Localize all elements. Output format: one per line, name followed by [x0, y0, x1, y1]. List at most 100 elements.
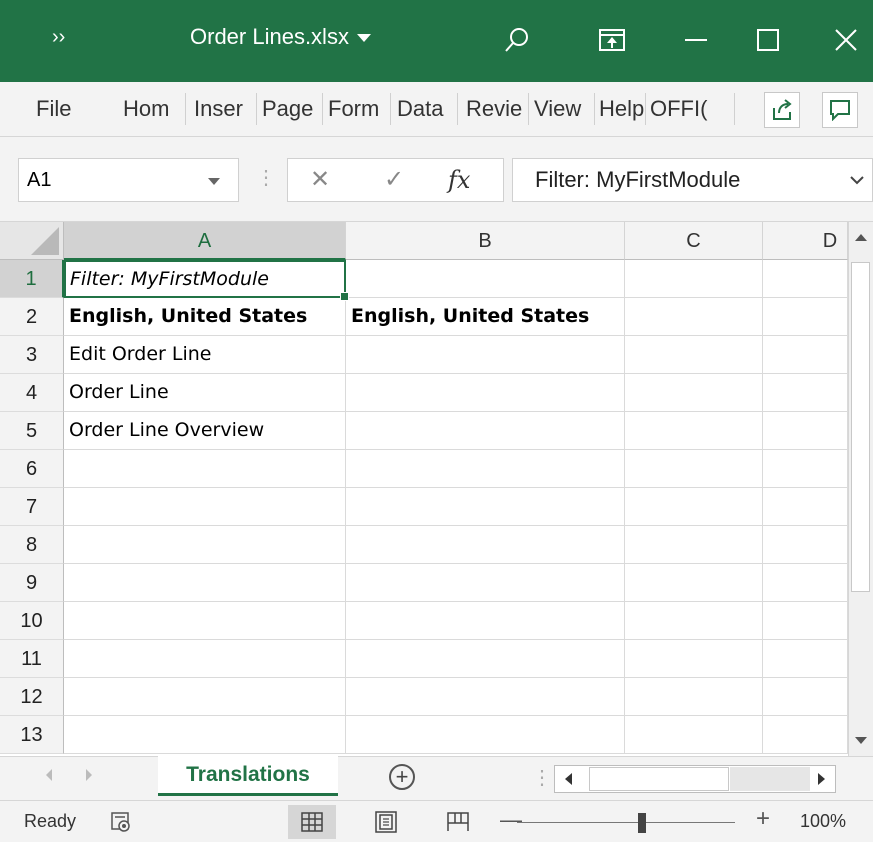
- chevron-down-icon[interactable]: [208, 178, 220, 185]
- column-header-a[interactable]: A: [64, 222, 346, 260]
- search-icon[interactable]: [497, 20, 537, 60]
- row-header-6[interactable]: 6: [0, 450, 64, 488]
- scroll-up-icon[interactable]: [855, 234, 867, 241]
- cell-a11[interactable]: [64, 640, 346, 678]
- window-title[interactable]: Order Lines.xlsx: [190, 24, 371, 50]
- tab-review[interactable]: Revie: [466, 93, 529, 125]
- zoom-level[interactable]: 100%: [800, 811, 846, 832]
- cell-a1[interactable]: Filter: MyFirstModule: [64, 260, 349, 301]
- page-layout-view-icon[interactable]: [362, 805, 410, 839]
- cell-a8[interactable]: [64, 526, 346, 564]
- row-header-13[interactable]: 13: [0, 716, 64, 754]
- row-header-4[interactable]: 4: [0, 374, 64, 412]
- cell-b5[interactable]: [346, 412, 625, 450]
- horizontal-scrollbar[interactable]: [554, 765, 836, 793]
- tab-formulas[interactable]: Form: [328, 93, 391, 125]
- cell-a6[interactable]: [64, 450, 346, 488]
- tab-page-layout[interactable]: Page: [262, 93, 323, 125]
- cell-d6[interactable]: [763, 450, 848, 488]
- cell-c13[interactable]: [625, 716, 763, 754]
- next-sheet-icon[interactable]: [86, 769, 92, 781]
- cancel-icon[interactable]: ✕: [310, 159, 330, 201]
- zoom-in-button[interactable]: +: [756, 805, 770, 833]
- cell-c12[interactable]: [625, 678, 763, 716]
- cell-d5[interactable]: [763, 412, 848, 450]
- cell-a9[interactable]: [64, 564, 346, 602]
- cell-c10[interactable]: [625, 602, 763, 640]
- select-all-button[interactable]: [0, 222, 64, 260]
- scroll-right-icon[interactable]: [818, 773, 825, 785]
- cell-a10[interactable]: [64, 602, 346, 640]
- tab-splitter-icon[interactable]: ⋮: [532, 765, 552, 790]
- cell-d10[interactable]: [763, 602, 848, 640]
- row-header-9[interactable]: 9: [0, 564, 64, 602]
- cell-b2[interactable]: English, United States: [346, 298, 625, 336]
- cell-d9[interactable]: [763, 564, 848, 602]
- cell-c11[interactable]: [625, 640, 763, 678]
- cell-b6[interactable]: [346, 450, 625, 488]
- cell-d2[interactable]: [763, 298, 848, 336]
- scroll-left-icon[interactable]: [565, 773, 572, 785]
- cell-c5[interactable]: [625, 412, 763, 450]
- column-header-d[interactable]: D: [763, 222, 848, 260]
- cell-d3[interactable]: [763, 336, 848, 374]
- cell-c4[interactable]: [625, 374, 763, 412]
- name-box[interactable]: A1: [18, 158, 239, 202]
- cell-b9[interactable]: [346, 564, 625, 602]
- page-break-preview-icon[interactable]: [434, 805, 482, 839]
- expand-formula-icon[interactable]: [850, 159, 864, 202]
- tab-office[interactable]: OFFI(: [650, 93, 735, 125]
- cell-b1[interactable]: [346, 260, 625, 298]
- cell-d1[interactable]: [763, 260, 848, 298]
- zoom-out-button[interactable]: —: [500, 807, 522, 833]
- zoom-slider-thumb[interactable]: [638, 813, 646, 833]
- maximize-icon[interactable]: [748, 20, 788, 60]
- tab-help[interactable]: Help: [599, 93, 646, 125]
- ribbon-display-icon[interactable]: [592, 20, 632, 60]
- cell-c9[interactable]: [625, 564, 763, 602]
- formula-input[interactable]: Filter: MyFirstModule: [512, 158, 873, 202]
- cell-a7[interactable]: [64, 488, 346, 526]
- enter-icon[interactable]: ✓: [384, 159, 404, 201]
- row-header-11[interactable]: 11: [0, 640, 64, 678]
- cell-a2[interactable]: English, United States: [64, 298, 346, 336]
- cell-d8[interactable]: [763, 526, 848, 564]
- scroll-down-icon[interactable]: [855, 737, 867, 744]
- cell-c2[interactable]: [625, 298, 763, 336]
- cell-a13[interactable]: [64, 716, 346, 754]
- cell-b4[interactable]: [346, 374, 625, 412]
- vertical-scrollbar[interactable]: [848, 222, 873, 756]
- insert-function-icon[interactable]: fx: [448, 159, 470, 201]
- row-header-2[interactable]: 2: [0, 298, 64, 336]
- minimize-icon[interactable]: [676, 20, 716, 60]
- row-header-12[interactable]: 12: [0, 678, 64, 716]
- cell-c8[interactable]: [625, 526, 763, 564]
- horizontal-scroll-thumb[interactable]: [589, 767, 729, 791]
- accessibility-icon[interactable]: [104, 805, 138, 839]
- more-commands-button[interactable]: ››: [52, 26, 65, 49]
- column-header-b[interactable]: B: [346, 222, 625, 260]
- cell-d12[interactable]: [763, 678, 848, 716]
- cell-c6[interactable]: [625, 450, 763, 488]
- normal-view-icon[interactable]: [288, 805, 336, 839]
- cell-c1[interactable]: [625, 260, 763, 298]
- vertical-scroll-thumb[interactable]: [851, 262, 870, 592]
- add-sheet-button[interactable]: +: [389, 764, 415, 790]
- sheet-tab-translations[interactable]: Translations: [158, 756, 338, 796]
- title-dropdown-icon[interactable]: [356, 34, 371, 43]
- cell-a4[interactable]: Order Line: [64, 374, 346, 412]
- horizontal-scroll-track[interactable]: [730, 767, 810, 791]
- zoom-slider[interactable]: [517, 822, 735, 823]
- share-icon[interactable]: [764, 92, 800, 128]
- cell-d4[interactable]: [763, 374, 848, 412]
- column-header-c[interactable]: C: [625, 222, 763, 260]
- cell-b8[interactable]: [346, 526, 625, 564]
- comments-icon[interactable]: [822, 92, 858, 128]
- previous-sheet-icon[interactable]: [46, 769, 52, 781]
- row-header-8[interactable]: 8: [0, 526, 64, 564]
- row-header-10[interactable]: 10: [0, 602, 64, 640]
- cell-b10[interactable]: [346, 602, 625, 640]
- close-icon[interactable]: [826, 20, 866, 60]
- tab-data[interactable]: Data: [397, 93, 458, 125]
- row-header-5[interactable]: 5: [0, 412, 64, 450]
